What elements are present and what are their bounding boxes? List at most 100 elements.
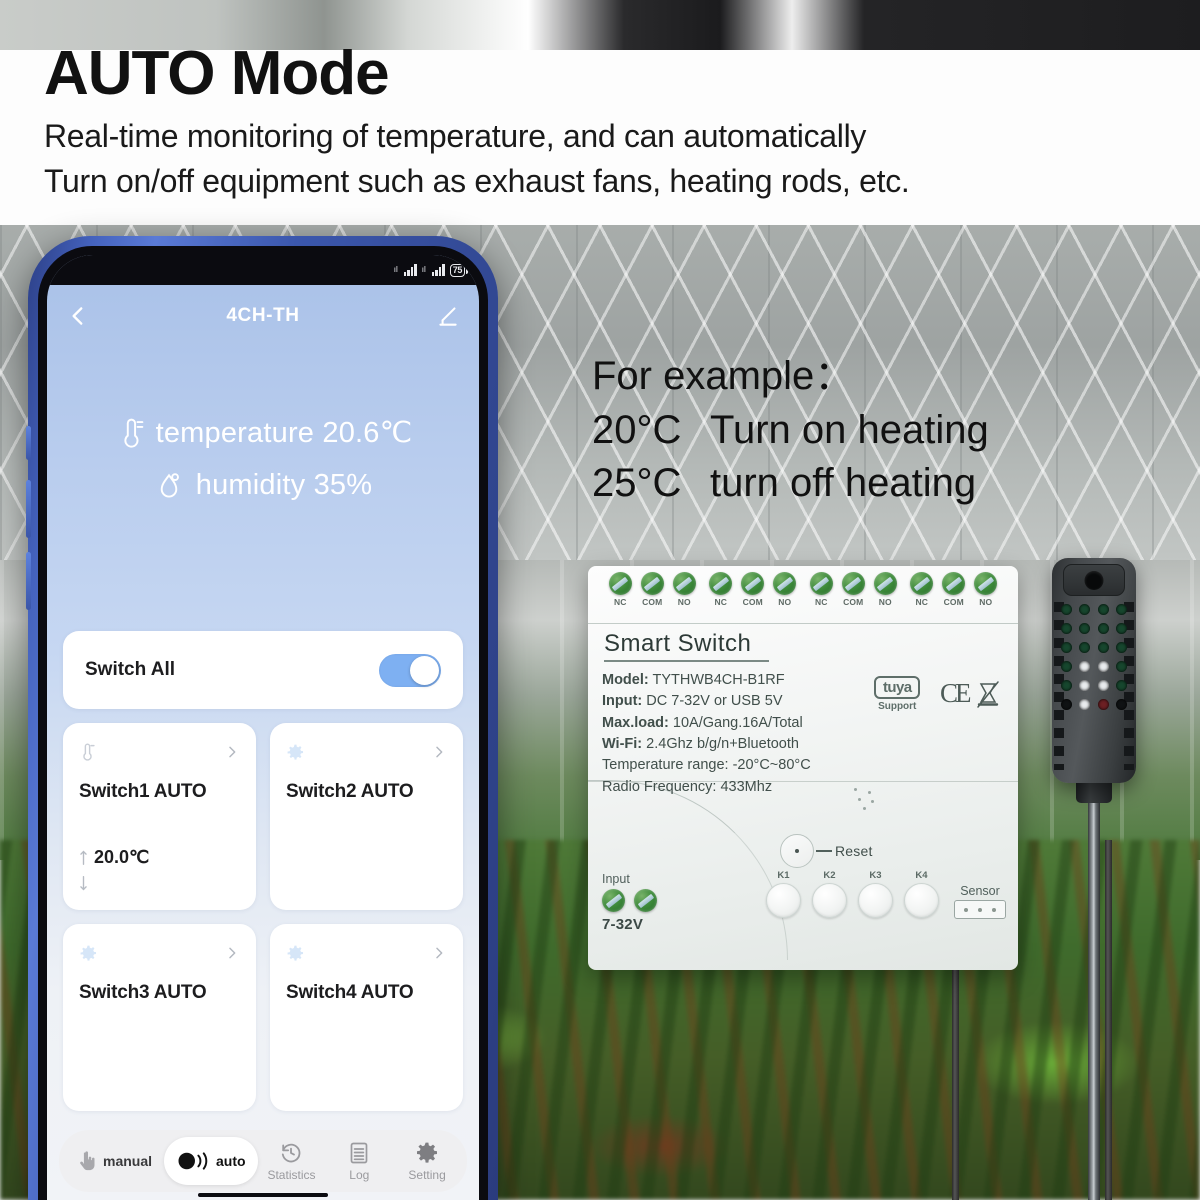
- screw-terminal-icon[interactable]: [709, 572, 733, 595]
- terminal-label: NO: [979, 597, 993, 607]
- spec-row-maxload: Max.load: 10A/Gang.16A/Total: [602, 713, 811, 734]
- phone-bezel: ıl ıl 75 4CH-TH temperature 20.6℃ humidi…: [38, 246, 488, 1200]
- tab-item-statistics[interactable]: Statistics: [258, 1141, 326, 1182]
- screw-terminal-icon[interactable]: [634, 889, 657, 912]
- button-k2-circle[interactable]: [812, 883, 847, 918]
- terminal-3-no[interactable]: NO: [873, 572, 897, 607]
- input-voltage-label: 7-32V: [602, 916, 644, 933]
- phone-volume-up-button[interactable]: [26, 480, 31, 538]
- screw-terminal-icon[interactable]: [809, 572, 833, 595]
- temperature-humidity-probe: [1052, 558, 1136, 1200]
- screw-terminal-icon[interactable]: [942, 572, 966, 595]
- terminal-4-no[interactable]: NO: [974, 572, 998, 607]
- terminal-label: COM: [843, 597, 864, 607]
- terminal-1-no[interactable]: NO: [672, 572, 696, 607]
- terminal-4-nc[interactable]: NC: [910, 572, 934, 607]
- sensor-port-connector[interactable]: [954, 900, 1006, 919]
- hand-pointer-icon: [80, 1151, 95, 1171]
- button-k1-circle[interactable]: [766, 883, 801, 918]
- terminal-blocks: NC COM NO NC COM NO NC COM NO NC COM NO: [588, 572, 1018, 607]
- arrow-down-icon: [80, 875, 87, 890]
- input-screw-terminals[interactable]: [602, 889, 657, 912]
- switch-card-1[interactable]: Switch1 AUTO 20.0℃: [63, 723, 256, 910]
- tab-mode-manual[interactable]: manual: [65, 1137, 164, 1185]
- switch-card-2[interactable]: Switch2 AUTO: [270, 723, 463, 910]
- app-bar: 4CH-TH: [47, 293, 479, 339]
- button-k2[interactable]: K2: [812, 870, 847, 918]
- button-k4-circle[interactable]: [904, 883, 939, 918]
- screw-terminal-icon[interactable]: [974, 572, 998, 595]
- terminal-2-com[interactable]: COM: [741, 572, 765, 607]
- switch-card-1-lower-limit-row: [79, 870, 149, 896]
- button-k4-label: K4: [915, 870, 928, 881]
- thermometer-icon: [123, 418, 143, 447]
- pencil-edit-icon[interactable]: [435, 303, 461, 329]
- switch-grid: Switch1 AUTO 20.0℃ Switch2 AUTO Switch3 …: [63, 723, 463, 1111]
- gear-icon: [417, 1142, 438, 1163]
- terminal-group-3: NC COM NO: [809, 572, 897, 607]
- example-row-1: 20°C Turn on heating: [592, 404, 989, 458]
- switch-all-toggle[interactable]: [379, 653, 441, 687]
- button-k2-label: K2: [823, 870, 836, 881]
- water-drop-icon: [160, 473, 179, 498]
- screw-terminal-icon[interactable]: [741, 572, 765, 595]
- probe-vent-row: [1061, 680, 1127, 691]
- screw-terminal-icon[interactable]: [602, 889, 625, 912]
- phone-screen: ıl ıl 75 4CH-TH temperature 20.6℃ humidi…: [47, 255, 479, 1200]
- probe-head: [1052, 558, 1136, 783]
- chevron-right-icon[interactable]: [224, 744, 240, 760]
- screw-terminal-icon[interactable]: [873, 572, 897, 595]
- terminal-label: NO: [677, 597, 691, 607]
- button-k3-circle[interactable]: [858, 883, 893, 918]
- screw-terminal-icon[interactable]: [773, 572, 797, 595]
- device-spec-list: Model: TYTHWB4CH-B1RF Input: DC 7-32V or…: [602, 670, 811, 798]
- tab-mode-auto[interactable]: auto: [164, 1137, 258, 1185]
- terminal-4-com[interactable]: COM: [942, 572, 966, 607]
- example-row-2: 25°C turn off heating: [592, 457, 989, 511]
- sensor-waves-icon: [178, 1152, 208, 1170]
- screw-terminal-icon[interactable]: [841, 572, 865, 595]
- switch-card-3-top: [79, 940, 240, 966]
- example-temp-1: 20°C: [592, 407, 682, 452]
- home-indicator: [198, 1193, 328, 1197]
- subtitle-line-1: Real-time monitoring of temperature, and…: [44, 118, 867, 155]
- signal-bars-icon-2: [431, 264, 445, 276]
- tab-mode-manual-label: manual: [103, 1153, 153, 1169]
- switch-card-4[interactable]: Switch4 AUTO: [270, 924, 463, 1111]
- back-chevron-left-icon[interactable]: [65, 303, 91, 329]
- terminal-1-nc[interactable]: NC: [608, 572, 632, 607]
- chevron-right-icon[interactable]: [224, 945, 240, 961]
- phone-mute-button[interactable]: [26, 426, 31, 460]
- spec-row-temprange: Temperature range: -20°C~80°C: [602, 755, 811, 776]
- terminal-2-no[interactable]: NO: [773, 572, 797, 607]
- tab-item-log-label: Log: [349, 1167, 370, 1182]
- screw-terminal-icon[interactable]: [640, 572, 664, 595]
- device-curve-line: [588, 780, 788, 960]
- tab-item-setting[interactable]: Setting: [393, 1141, 461, 1182]
- screw-terminal-icon[interactable]: [608, 572, 632, 595]
- button-k3[interactable]: K3: [858, 870, 893, 918]
- terminal-2-nc[interactable]: NC: [709, 572, 733, 607]
- switch-card-3[interactable]: Switch3 AUTO: [63, 924, 256, 1111]
- terminal-3-com[interactable]: COM: [841, 572, 865, 607]
- button-k4[interactable]: K4: [904, 870, 939, 918]
- phone-volume-down-button[interactable]: [26, 552, 31, 610]
- reset-button-group[interactable]: Reset: [780, 834, 873, 868]
- terminal-1-com[interactable]: COM: [640, 572, 664, 607]
- switch-all-card[interactable]: Switch All: [63, 631, 463, 709]
- terminal-3-nc[interactable]: NC: [809, 572, 833, 607]
- gear-icon: [80, 945, 97, 961]
- spec-key-input: Input:: [602, 693, 643, 710]
- chevron-right-icon[interactable]: [431, 945, 447, 961]
- button-k1[interactable]: K1: [766, 870, 801, 918]
- screw-terminal-icon[interactable]: [672, 572, 696, 595]
- gear-icon: [287, 945, 304, 961]
- tab-item-log[interactable]: Log: [325, 1141, 393, 1182]
- terminal-label: NC: [714, 597, 727, 607]
- chevron-right-icon[interactable]: [431, 744, 447, 760]
- screw-terminal-icon[interactable]: [910, 572, 934, 595]
- device-title: Smart Switch: [604, 630, 770, 662]
- reset-pinhole-icon[interactable]: [780, 834, 814, 868]
- switch-cards-area: Switch All Switch1 AUTO 20.0℃ Switch2 AU…: [47, 631, 479, 1111]
- spec-value-wifi: 2.4Ghz b/g/n+Bluetooth: [646, 735, 799, 752]
